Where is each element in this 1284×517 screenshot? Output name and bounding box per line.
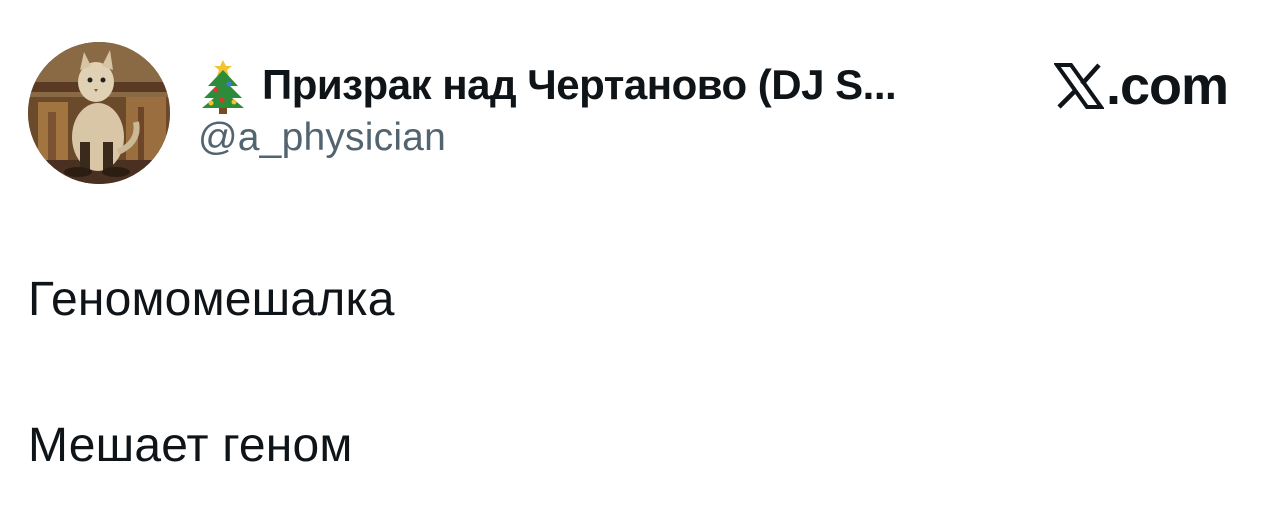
tweet-text-line-1: Геномомешалка bbox=[28, 273, 395, 326]
name-row: Призрак над Чертаново (DJ S... bbox=[198, 56, 897, 114]
tweet-text-line-2: Мешает геном bbox=[28, 419, 353, 472]
avatar[interactable] bbox=[28, 42, 170, 184]
christmas-tree-icon bbox=[198, 56, 248, 114]
display-name[interactable]: Призрак над Чертаново (DJ S... bbox=[262, 61, 897, 109]
brand-mark: .com bbox=[1053, 56, 1229, 116]
user-handle[interactable]: @a_physician bbox=[198, 116, 896, 160]
author-info: Призрак над Чертаново (DJ S... @a_physic… bbox=[198, 56, 897, 159]
cat-painting-avatar-image bbox=[28, 42, 170, 184]
brand-domain-text: .com bbox=[1105, 56, 1229, 116]
tweet-header: Призрак над Чертаново (DJ S... @a_physic… bbox=[28, 42, 1258, 188]
x-logo-icon bbox=[1053, 62, 1105, 110]
